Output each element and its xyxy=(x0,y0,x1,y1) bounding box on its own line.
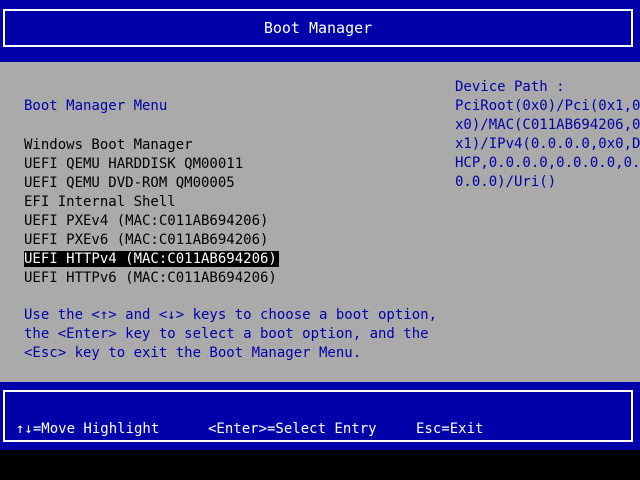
menu-title: Boot Manager Menu xyxy=(24,98,168,114)
help-line: Use the <↑> and <↓> keys to choose a boo… xyxy=(24,307,438,323)
exit-hint: Esc=Exit xyxy=(416,421,484,437)
select-entry-hint: <Enter>=Select Entry xyxy=(208,421,377,437)
boot-option-efi-internal-shell[interactable]: EFI Internal Shell xyxy=(24,193,279,212)
move-highlight-hint: ↑↓=Move Highlight xyxy=(16,421,160,437)
boot-option-qemu-harddisk[interactable]: UEFI QEMU HARDDISK QM00011 xyxy=(24,155,279,174)
help-text: Use the <↑> and <↓> keys to choose a boo… xyxy=(24,306,437,363)
help-line: the <Enter> key to select a boot option,… xyxy=(24,326,429,342)
boot-option-pxev4[interactable]: UEFI PXEv4 (MAC:C011AB694206) xyxy=(24,212,279,231)
device-path-panel: Device Path : PciRoot(0x0)/Pci(0x1,0 x0)… xyxy=(455,78,640,192)
device-path-line: PciRoot(0x0)/Pci(0x1,0 xyxy=(455,98,640,114)
help-line: <Esc> key to exit the Boot Manager Menu. xyxy=(24,345,362,361)
boot-option-list: Windows Boot Manager UEFI QEMU HARDDISK … xyxy=(24,136,279,288)
device-path-line: HCP,0.0.0.0,0.0.0.0,0. xyxy=(455,155,640,171)
boot-option-pxev6[interactable]: UEFI PXEv6 (MAC:C011AB694206) xyxy=(24,231,279,250)
boot-option-qemu-dvd-rom[interactable]: UEFI QEMU DVD-ROM QM00005 xyxy=(24,174,279,193)
device-path-line: x1)/IPv4(0.0.0.0,0x0,D xyxy=(455,136,640,152)
page-title: Boot Manager xyxy=(3,9,633,47)
device-path-line: x0)/MAC(C011AB694206,0 xyxy=(455,117,640,133)
device-path-label: Device Path : xyxy=(455,79,565,95)
boot-option-httpv4-selected[interactable]: UEFI HTTPv4 (MAC:C011AB694206) xyxy=(24,251,279,267)
boot-option-httpv6[interactable]: UEFI HTTPv6 (MAC:C011AB694206) xyxy=(24,269,279,288)
device-path-line: 0.0.0)/Uri() xyxy=(455,174,557,190)
boot-option-windows-boot-manager[interactable]: Windows Boot Manager xyxy=(24,136,279,155)
